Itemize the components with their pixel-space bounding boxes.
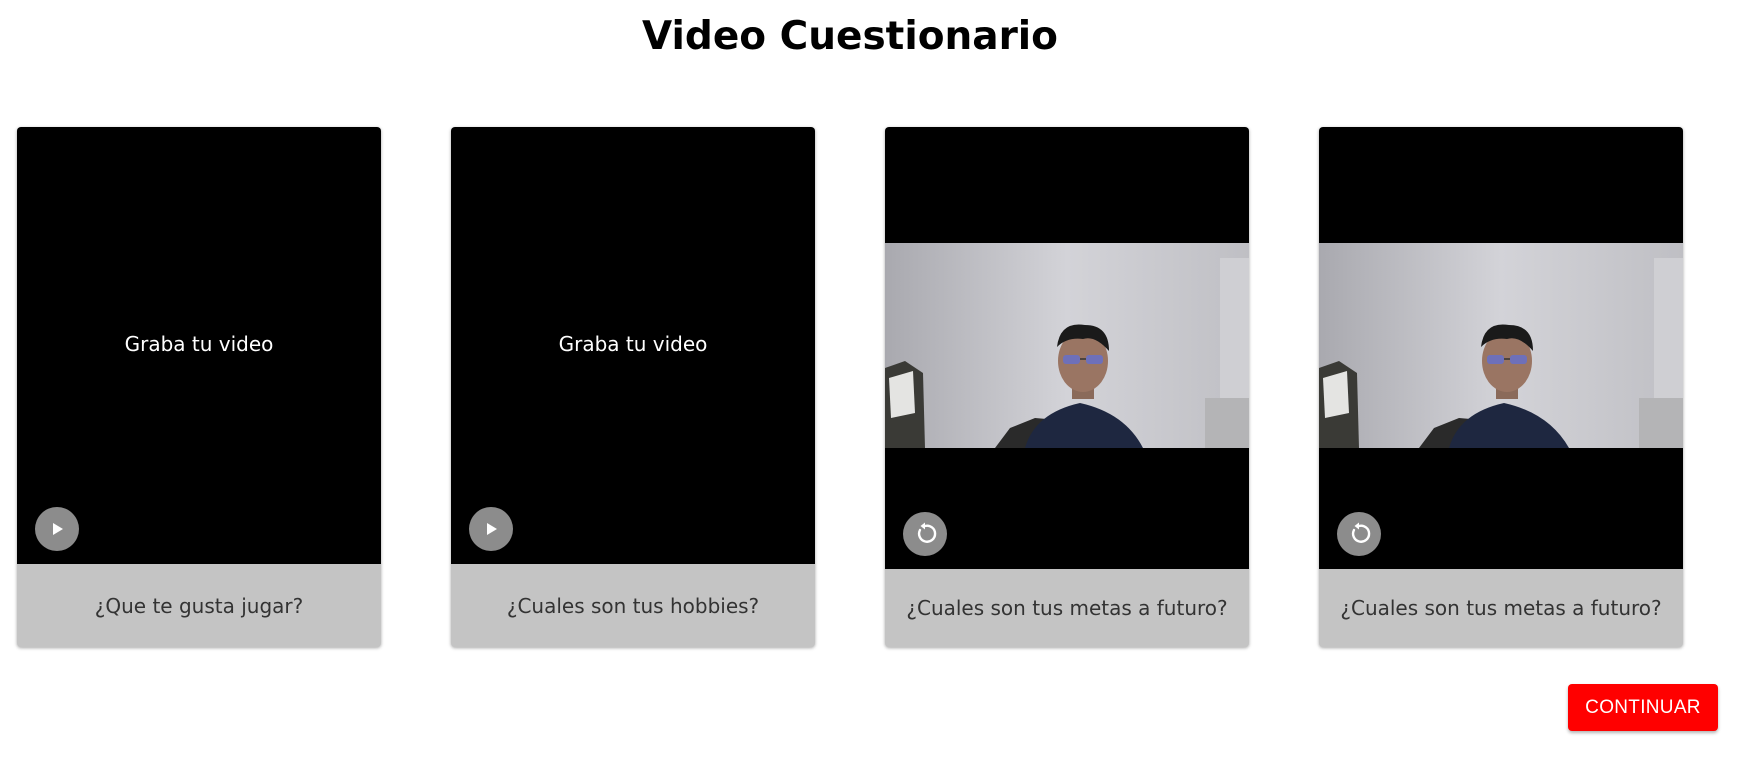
video-player[interactable]: [885, 127, 1249, 569]
video-card-2: Graba tu video ¿Cuales son tus hobbies?: [451, 127, 815, 647]
question-label: ¿Cuales son tus metas a futuro?: [906, 596, 1228, 620]
video-recorder[interactable]: Graba tu video: [451, 127, 815, 564]
video-card-1: Graba tu video ¿Que te gusta jugar?: [17, 127, 381, 647]
video-thumbnail: [1319, 243, 1683, 448]
play-button[interactable]: [469, 507, 513, 551]
continue-button[interactable]: CONTINUAR: [1568, 684, 1718, 731]
video-thumbnail: [885, 243, 1249, 448]
play-button[interactable]: [35, 507, 79, 551]
video-card-list: Graba tu video ¿Que te gusta jugar? Grab…: [17, 127, 1697, 647]
record-prompt: Graba tu video: [124, 332, 274, 356]
question-label: ¿Cuales son tus hobbies?: [506, 593, 760, 618]
video-card-3: ¿Cuales son tus metas a futuro?: [885, 127, 1249, 647]
video-card-4: ¿Cuales son tus metas a futuro?: [1319, 127, 1683, 647]
play-icon: [487, 523, 497, 535]
play-icon: [53, 523, 63, 535]
page-title: Video Cuestionario: [642, 14, 1058, 59]
replay-icon: [1351, 522, 1371, 543]
question-label: ¿Cuales son tus metas a futuro?: [1340, 596, 1662, 620]
replay-icon: [917, 522, 937, 543]
replay-button[interactable]: [903, 512, 947, 556]
video-recorder[interactable]: Graba tu video: [17, 127, 381, 564]
video-player[interactable]: [1319, 127, 1683, 569]
question-label: ¿Que te gusta jugar?: [94, 593, 304, 618]
record-prompt: Graba tu video: [558, 332, 708, 356]
replay-button[interactable]: [1337, 512, 1381, 556]
